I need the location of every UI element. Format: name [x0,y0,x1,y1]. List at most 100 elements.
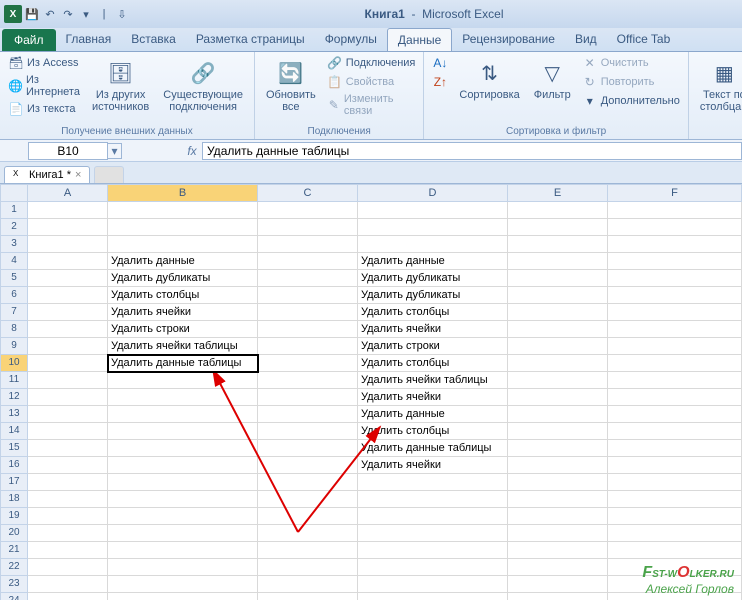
cell-A3[interactable] [28,236,108,253]
cell-A19[interactable] [28,508,108,525]
cell-E22[interactable] [508,559,608,576]
cell-E21[interactable] [508,542,608,559]
cell-E12[interactable] [508,389,608,406]
cell-C11[interactable] [258,372,358,389]
cell-F18[interactable] [608,491,742,508]
cell-E4[interactable] [508,253,608,270]
row-header-21[interactable]: 21 [0,542,28,559]
reapply-button[interactable]: ↻Повторить [580,73,682,91]
cell-C23[interactable] [258,576,358,593]
col-header-C[interactable]: C [258,184,358,202]
cell-B17[interactable] [108,474,258,491]
cell-E16[interactable] [508,457,608,474]
row-header-22[interactable]: 22 [0,559,28,576]
row-header-18[interactable]: 18 [0,491,28,508]
cell-C1[interactable] [258,202,358,219]
cell-E17[interactable] [508,474,608,491]
cell-D22[interactable] [358,559,508,576]
cell-C3[interactable] [258,236,358,253]
cell-C7[interactable] [258,304,358,321]
cell-C21[interactable] [258,542,358,559]
row-header-7[interactable]: 7 [0,304,28,321]
cell-D21[interactable] [358,542,508,559]
cell-E14[interactable] [508,423,608,440]
cell-F7[interactable] [608,304,742,321]
row-header-12[interactable]: 12 [0,389,28,406]
clear-filter-button[interactable]: ✕Очистить [580,54,682,72]
name-box-dropdown[interactable]: ▾ [108,143,122,159]
redo-icon[interactable]: ↷ [60,6,76,22]
cell-D15[interactable]: Удалить данные таблицы [358,440,508,457]
cell-A4[interactable] [28,253,108,270]
cell-B24[interactable] [108,593,258,600]
cell-A8[interactable] [28,321,108,338]
cell-B22[interactable] [108,559,258,576]
from-web-button[interactable]: 🌐Из Интернета [6,73,83,99]
row-header-24[interactable]: 24 [0,593,28,600]
cell-C5[interactable] [258,270,358,287]
cell-B5[interactable]: Удалить дубликаты [108,270,258,287]
cell-D7[interactable]: Удалить столбцы [358,304,508,321]
undo-icon[interactable]: ↶ [42,6,58,22]
cell-B2[interactable] [108,219,258,236]
cell-B10[interactable]: Удалить данные таблицы [108,355,258,372]
cell-E3[interactable] [508,236,608,253]
cell-A18[interactable] [28,491,108,508]
cell-C10[interactable] [258,355,358,372]
cell-F16[interactable] [608,457,742,474]
cell-D8[interactable]: Удалить ячейки [358,321,508,338]
sort-asc-button[interactable]: A↓ [430,54,450,72]
file-tab[interactable]: Файл [2,29,56,51]
cell-E6[interactable] [508,287,608,304]
row-header-16[interactable]: 16 [0,457,28,474]
row-header-11[interactable]: 11 [0,372,28,389]
cell-B9[interactable]: Удалить ячейки таблицы [108,338,258,355]
cell-B20[interactable] [108,525,258,542]
cell-D16[interactable]: Удалить ячейки [358,457,508,474]
cell-C18[interactable] [258,491,358,508]
cell-B11[interactable] [108,372,258,389]
cell-E9[interactable] [508,338,608,355]
cell-E1[interactable] [508,202,608,219]
row-header-19[interactable]: 19 [0,508,28,525]
close-tab-icon[interactable]: × [75,169,81,181]
cell-F13[interactable] [608,406,742,423]
cell-A24[interactable] [28,593,108,600]
row-header-14[interactable]: 14 [0,423,28,440]
row-header-1[interactable]: 1 [0,202,28,219]
cell-D24[interactable] [358,593,508,600]
cell-D13[interactable]: Удалить данные [358,406,508,423]
cell-E13[interactable] [508,406,608,423]
edit-links-button[interactable]: ✎Изменить связи [325,92,418,118]
cell-C9[interactable] [258,338,358,355]
cell-D6[interactable]: Удалить дубликаты [358,287,508,304]
cell-D20[interactable] [358,525,508,542]
cell-B21[interactable] [108,542,258,559]
cell-F4[interactable] [608,253,742,270]
advanced-filter-button[interactable]: ▾Дополнительно [580,92,682,110]
cell-D18[interactable] [358,491,508,508]
cell-D23[interactable] [358,576,508,593]
name-box[interactable]: B10 [28,142,108,160]
cell-E18[interactable] [508,491,608,508]
cell-E24[interactable] [508,593,608,600]
cell-F15[interactable] [608,440,742,457]
other-sources-button[interactable]: 🗄 Из других источников [87,54,154,116]
ribbon-tab-разметка страницы[interactable]: Разметка страницы [186,28,315,51]
cell-F9[interactable] [608,338,742,355]
cell-A5[interactable] [28,270,108,287]
cell-C2[interactable] [258,219,358,236]
ribbon-tab-формулы[interactable]: Формулы [315,28,387,51]
cell-C16[interactable] [258,457,358,474]
cell-F1[interactable] [608,202,742,219]
qat-customize-icon[interactable]: ⇩ [114,6,130,22]
col-header-E[interactable]: E [508,184,608,202]
cell-C13[interactable] [258,406,358,423]
cell-D10[interactable]: Удалить столбцы [358,355,508,372]
sort-desc-button[interactable]: Z↑ [430,73,450,91]
cell-D2[interactable] [358,219,508,236]
cell-A7[interactable] [28,304,108,321]
cell-F17[interactable] [608,474,742,491]
cell-C15[interactable] [258,440,358,457]
formula-input[interactable]: Удалить данные таблицы [202,142,742,160]
